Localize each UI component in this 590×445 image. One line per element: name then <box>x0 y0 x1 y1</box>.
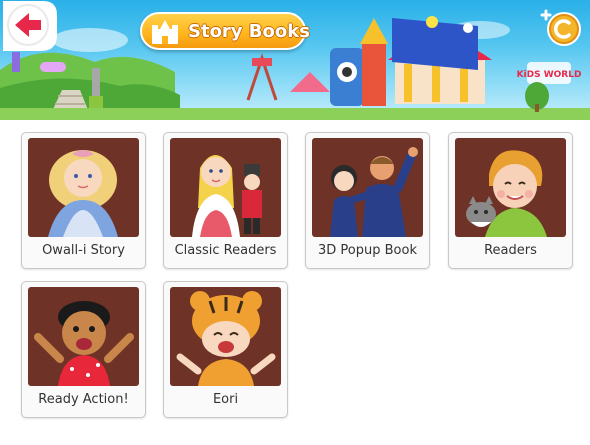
girl-with-nutcracker-illustration <box>170 138 281 237</box>
dancing-couple-illustration <box>312 138 423 237</box>
castle-icon <box>152 20 178 44</box>
brand-sign-text: KiDS WORLD <box>517 70 582 80</box>
book-card-readers[interactable]: Readers <box>448 132 573 269</box>
back-button[interactable] <box>3 1 57 51</box>
princess-illustration <box>28 138 139 237</box>
page-title-badge: Story Books <box>140 12 310 50</box>
boy-with-cat-illustration <box>455 138 566 237</box>
book-card-classic-readers[interactable]: Classic Readers <box>163 132 288 269</box>
book-card-owall-i-story[interactable]: Owall-i Story <box>21 132 146 269</box>
book-label: Ready Action! <box>38 392 129 407</box>
book-label: 3D Popup Book <box>318 243 417 258</box>
header-banner: KiDS WORLD Story Books <box>0 0 590 120</box>
book-card-3d-popup-book[interactable]: 3D Popup Book <box>305 132 430 269</box>
book-label: Eori <box>212 392 239 407</box>
cheering-kid-illustration <box>28 287 139 386</box>
coin-add-button[interactable] <box>536 9 584 47</box>
tiger-costume-kid-illustration <box>170 287 281 386</box>
book-label: Classic Readers <box>174 243 277 258</box>
book-card-eori[interactable]: Eori <box>163 281 288 418</box>
book-card-ready-action[interactable]: Ready Action! <box>21 281 146 418</box>
book-label: Readers <box>484 243 537 258</box>
page-title: Story Books <box>188 21 310 42</box>
book-label: Owall-i Story <box>42 243 125 258</box>
